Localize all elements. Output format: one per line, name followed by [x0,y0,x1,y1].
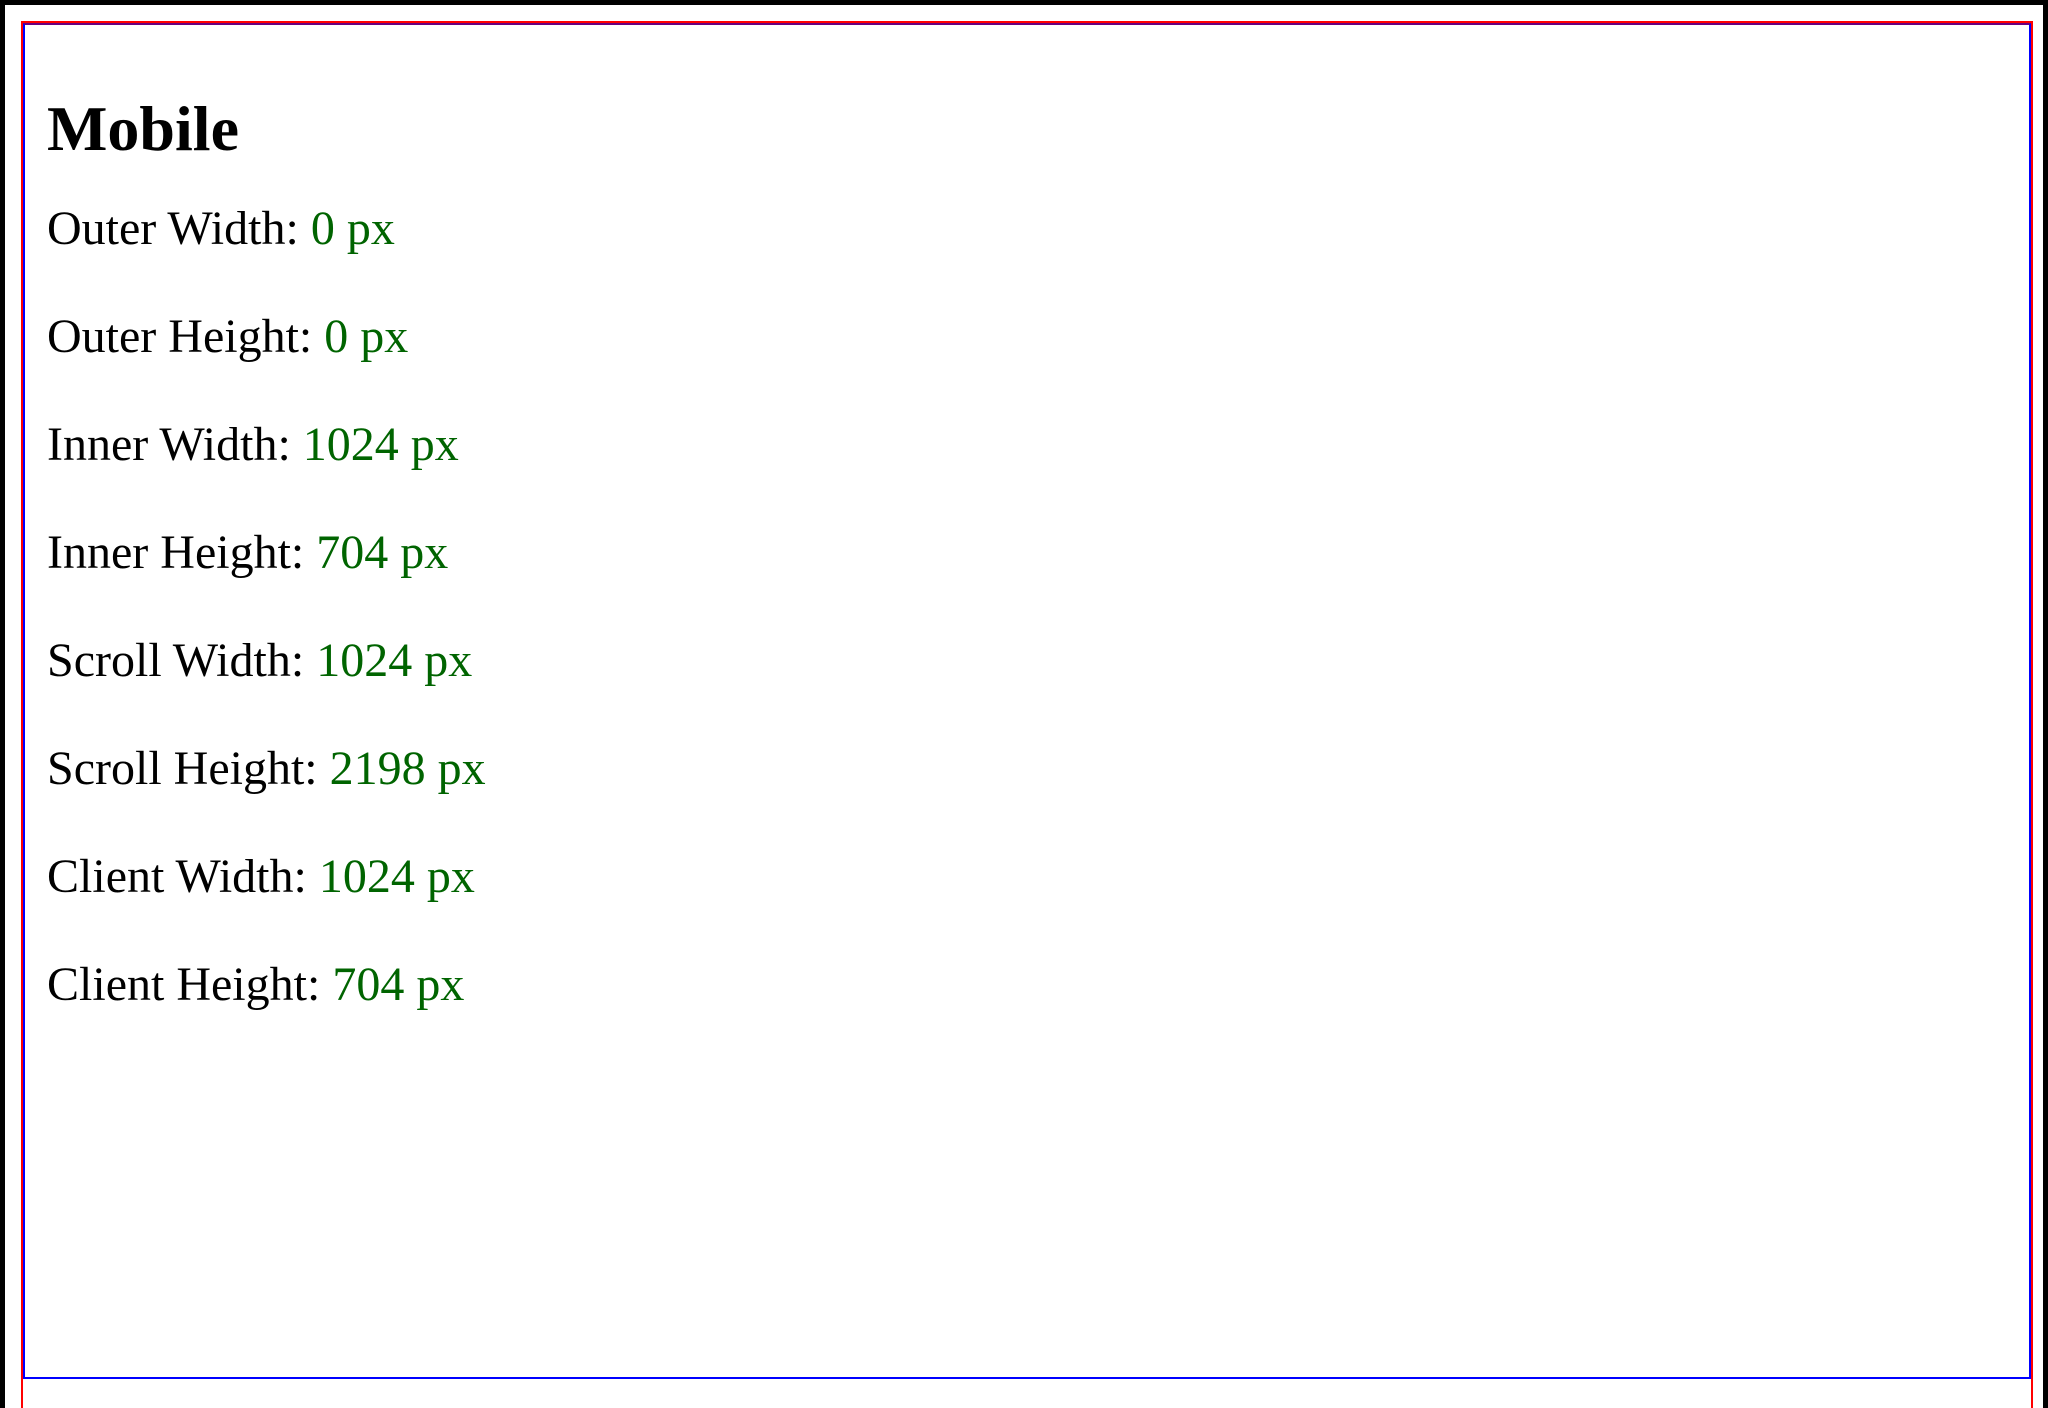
metric-outer-height: Outer Height: 0 px [47,309,486,365]
metric-inner-width: Inner Width: 1024 px [47,417,486,473]
metric-value: 0 px [324,310,409,363]
metric-outer-width: Outer Width: 0 px [47,201,486,257]
metric-label: Scroll Height: [47,742,318,795]
metric-label: Outer Width: [47,202,299,255]
metric-value: 1024 px [302,418,459,471]
page-title: Mobile [47,93,239,164]
metric-value: 704 px [332,958,465,1011]
metrics-panel: Mobile Outer Width: 0 px Outer Height: 0… [47,85,486,1013]
metric-client-height: Client Height: 704 px [47,957,486,1013]
metric-label: Scroll Width: [47,634,305,687]
metric-value: 1024 px [318,850,475,903]
metric-label: Outer Height: [47,310,313,363]
metric-inner-height: Inner Height: 704 px [47,525,486,581]
metric-label: Client Height: [47,958,321,1011]
viewport-frame: Mobile Outer Width: 0 px Outer Height: 0… [0,0,2048,1408]
metric-label: Inner Height: [47,526,305,579]
metric-scroll-width: Scroll Width: 1024 px [47,633,486,689]
metric-scroll-height: Scroll Height: 2198 px [47,741,486,797]
metric-label: Inner Width: [47,418,291,471]
metric-label: Client Width: [47,850,307,903]
metric-value: 2198 px [329,742,486,795]
metric-value: 0 px [310,202,395,255]
metric-client-width: Client Width: 1024 px [47,849,486,905]
metric-value: 1024 px [316,634,473,687]
metric-value: 704 px [316,526,449,579]
